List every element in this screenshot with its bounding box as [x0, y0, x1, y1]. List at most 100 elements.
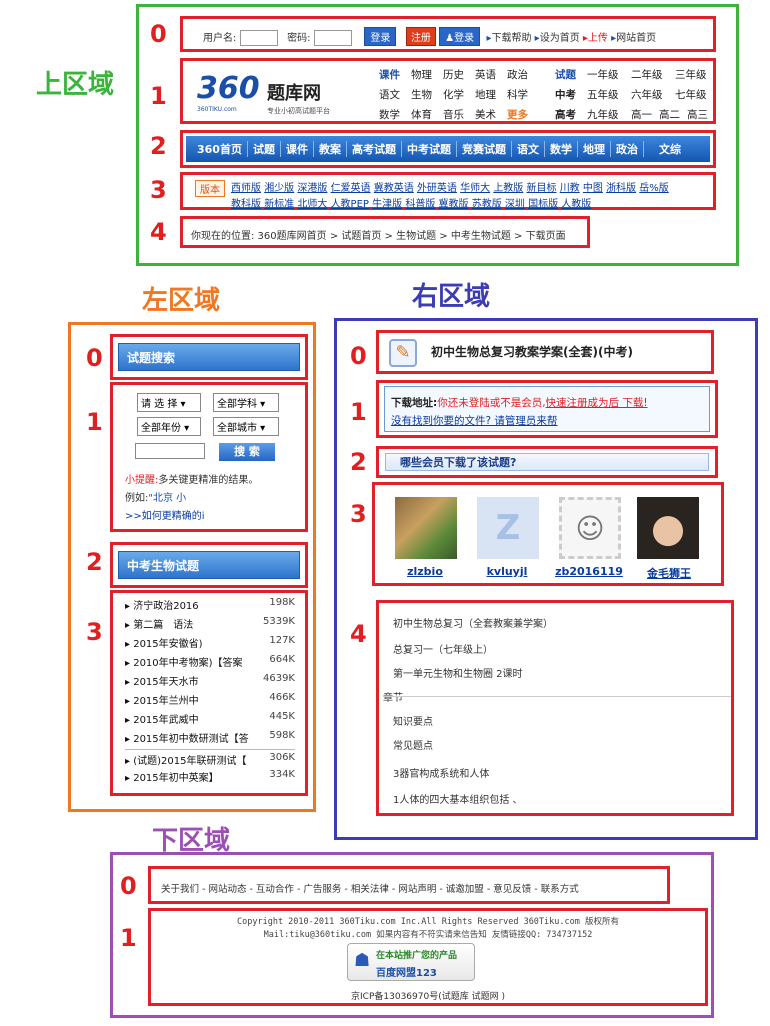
list-item[interactable]: ▸ 2015年初中英案】 334K	[125, 769, 295, 785]
avatar[interactable]: ☺	[559, 497, 621, 559]
version-link[interactable]: 牛津版	[372, 199, 402, 210]
cat-link[interactable]: 生物	[411, 87, 432, 102]
cat-link[interactable]: 地理	[475, 87, 496, 102]
list-item[interactable]: ▸ 2015年安徽省) 127K	[125, 635, 295, 651]
select-city[interactable]: 全部城市 ▾	[213, 417, 279, 436]
version-link[interactable]: 人教PEP	[331, 199, 369, 210]
list-item[interactable]: ▸ 第二篇 语法 5339K	[125, 616, 295, 632]
list-item[interactable]: ▸ 济宁政治2016 198K	[125, 597, 295, 613]
version-link[interactable]: 湘少版	[264, 183, 294, 194]
link-set-homepage[interactable]: 设为首页	[540, 33, 580, 44]
cat-link[interactable]: 高三	[687, 107, 708, 122]
cat-link[interactable]: 物理	[411, 67, 432, 82]
select-type[interactable]: 请 选 择 ▾	[137, 393, 201, 412]
nav-zhengzhi[interactable]: 政治	[611, 141, 644, 157]
list-item[interactable]: ▸ 2015年武威中 445K	[125, 711, 295, 727]
nav-home[interactable]: 360首页	[192, 141, 248, 157]
howto-link[interactable]: >>如何更精确的i	[125, 507, 205, 522]
version-link[interactable]: 深圳	[505, 199, 525, 210]
cat-link[interactable]: 一年级	[587, 67, 619, 82]
cat-link[interactable]: 六年级	[631, 87, 663, 102]
cat-link[interactable]: 九年级	[587, 107, 619, 122]
cat-link[interactable]: 数学	[379, 107, 400, 122]
version-link[interactable]: 仁爱英语	[331, 183, 371, 194]
not-found-link[interactable]: 没有找到你要的文件? 请管理员来帮	[391, 413, 557, 428]
version-link[interactable]: 苏教版	[472, 199, 502, 210]
password-input[interactable]	[313, 30, 352, 46]
qq-login-button[interactable]: ♟登录	[439, 27, 481, 46]
version-link[interactable]: 外研英语	[417, 183, 457, 194]
list-item[interactable]: ▸ 2010年中考物案)【答案 664K	[125, 654, 295, 670]
footer-links-text[interactable]: 关于我们 - 网站动态 - 互动合作 - 广告服务 - 相关法律 - 网站声明 …	[161, 881, 579, 895]
version-link[interactable]: 冀教版	[439, 199, 469, 210]
cat-link[interactable]: 化学	[443, 87, 464, 102]
avatar[interactable]	[395, 497, 457, 559]
nav-dili[interactable]: 地理	[578, 141, 611, 157]
list-item[interactable]: ▸ 2015年天水市 4639K	[125, 673, 295, 689]
version-link[interactable]: 人教版	[561, 199, 591, 210]
version-link[interactable]: 北师大	[297, 199, 327, 210]
cat-link[interactable]: 五年级	[587, 87, 619, 102]
cat-link[interactable]: 二年级	[631, 67, 663, 82]
register-download-link[interactable]: 快速注册成为后 下载!	[546, 397, 648, 409]
cat-link[interactable]: 三年级	[675, 67, 707, 82]
nav-zhongkao[interactable]: 中考试题	[402, 141, 457, 157]
version-link[interactable]: 岳%版	[639, 183, 669, 194]
version-link[interactable]: 西师版	[231, 183, 261, 194]
member-name[interactable]: zlzbio	[385, 565, 465, 578]
version-link[interactable]: 上教版	[493, 183, 523, 194]
cat-link[interactable]: 高一	[631, 107, 652, 122]
username-input[interactable]	[239, 30, 278, 46]
list-item[interactable]: ▸ 2015年兰州中 466K	[125, 692, 295, 708]
site-logo[interactable]: 360 题库网 360TIKU.com 专业小初高试题平台	[197, 71, 363, 117]
avatar[interactable]	[637, 497, 699, 559]
version-link[interactable]: 国标版	[528, 199, 558, 210]
version-link[interactable]: 冀教英语	[374, 183, 414, 194]
cat-gaokao[interactable]: 高考	[555, 107, 576, 122]
version-link[interactable]: 深港版	[297, 183, 327, 194]
version-link[interactable]: 新目标	[527, 183, 557, 194]
cat-kejian[interactable]: 课件	[379, 67, 400, 82]
cat-link[interactable]: 高二	[659, 107, 680, 122]
nav-jingsai[interactable]: 竞赛试题	[457, 141, 512, 157]
cat-link[interactable]: 英语	[475, 67, 496, 82]
nav-gaokao[interactable]: 高考试题	[347, 141, 402, 157]
cat-link[interactable]: 历史	[443, 67, 464, 82]
link-download-help[interactable]: 下载帮助	[491, 33, 531, 44]
nav-jiaoan[interactable]: 教案	[314, 141, 347, 157]
nav-shiti[interactable]: 试题	[248, 141, 281, 157]
icp-number[interactable]: 京ICP备13036970号(试题库 试题网 )	[151, 989, 705, 1002]
nav-shuxue[interactable]: 数学	[545, 141, 578, 157]
cat-link[interactable]: 政治	[507, 67, 528, 82]
breadcrumb-text[interactable]: 你现在的位置: 360题库网首页 > 试题首页 > 生物试题 > 中考生物试题 …	[191, 227, 566, 242]
nav-yuwen[interactable]: 语文	[512, 141, 545, 157]
member-name[interactable]: 金毛狮王	[629, 565, 709, 581]
cat-link[interactable]: 体育	[411, 107, 432, 122]
version-link[interactable]: 教科版	[231, 199, 261, 210]
cat-link[interactable]: 美术	[475, 107, 496, 122]
select-year[interactable]: 全部年份 ▾	[137, 417, 201, 436]
keyword-input[interactable]	[135, 443, 205, 459]
link-upload[interactable]: 上传	[588, 33, 608, 44]
cat-link[interactable]: 科学	[507, 87, 528, 102]
list-item[interactable]: ▸ (试题)2015年联研测试【 306K	[125, 749, 295, 767]
nav-wenzong[interactable]: 文综	[654, 141, 686, 157]
search-button[interactable]: 搜 索	[219, 443, 275, 461]
cat-shiti[interactable]: 试题	[555, 67, 576, 82]
cat-link[interactable]: 语文	[379, 87, 400, 102]
member-name[interactable]: zb2016119	[549, 565, 629, 578]
member-name[interactable]: kvluyjl	[467, 565, 547, 578]
link-site-home[interactable]: 网站首页	[616, 33, 656, 44]
version-link[interactable]: 川教	[560, 183, 580, 194]
version-link[interactable]: 华师大	[460, 183, 490, 194]
cat-link[interactable]: 七年级	[675, 87, 707, 102]
baidu-union-badge[interactable]: ☗ 在本站推广您的产品 百度网盟123	[347, 943, 475, 981]
cat-more[interactable]: 更多	[507, 107, 528, 122]
cat-zhongkao[interactable]: 中考	[555, 87, 576, 102]
version-link[interactable]: 科普版	[405, 199, 435, 210]
list-item[interactable]: ▸ 2015年初中数研测试【答 598K	[125, 730, 295, 746]
nav-kejian[interactable]: 课件	[281, 141, 314, 157]
cat-link[interactable]: 音乐	[443, 107, 464, 122]
select-subject[interactable]: 全部学科 ▾	[213, 393, 279, 412]
version-link[interactable]: 浙科版	[606, 183, 636, 194]
